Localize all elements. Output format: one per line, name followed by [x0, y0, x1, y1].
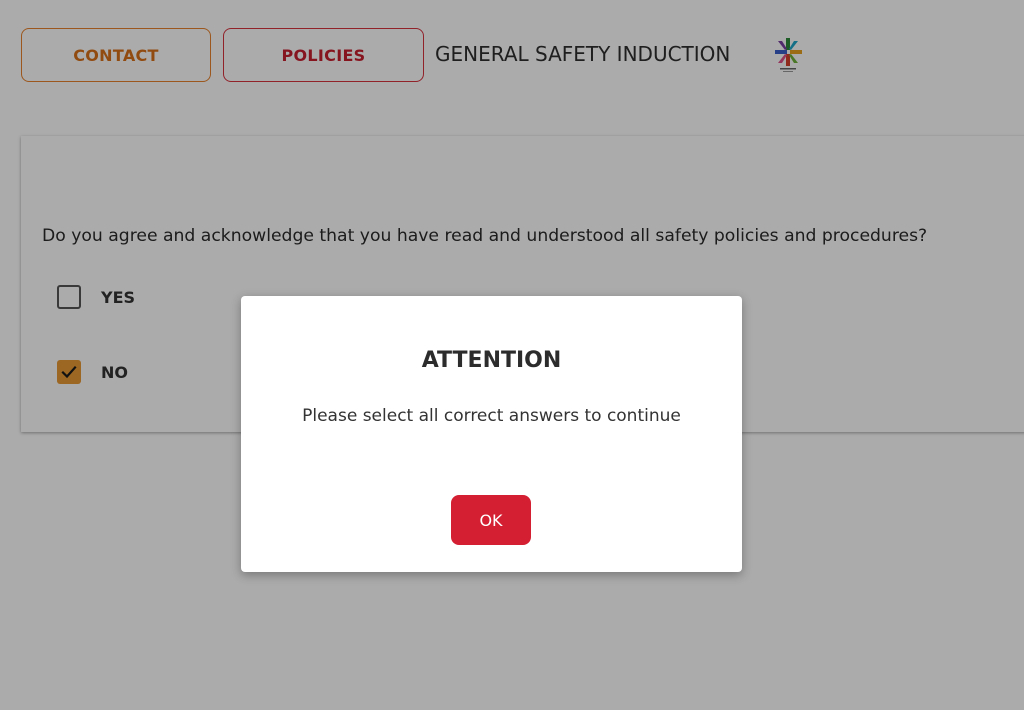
- dialog-message: Please select all correct answers to con…: [302, 406, 681, 426]
- dialog-title: ATTENTION: [421, 348, 562, 373]
- ok-button[interactable]: OK: [451, 495, 531, 545]
- attention-dialog: ATTENTION Please select all correct answ…: [241, 296, 742, 572]
